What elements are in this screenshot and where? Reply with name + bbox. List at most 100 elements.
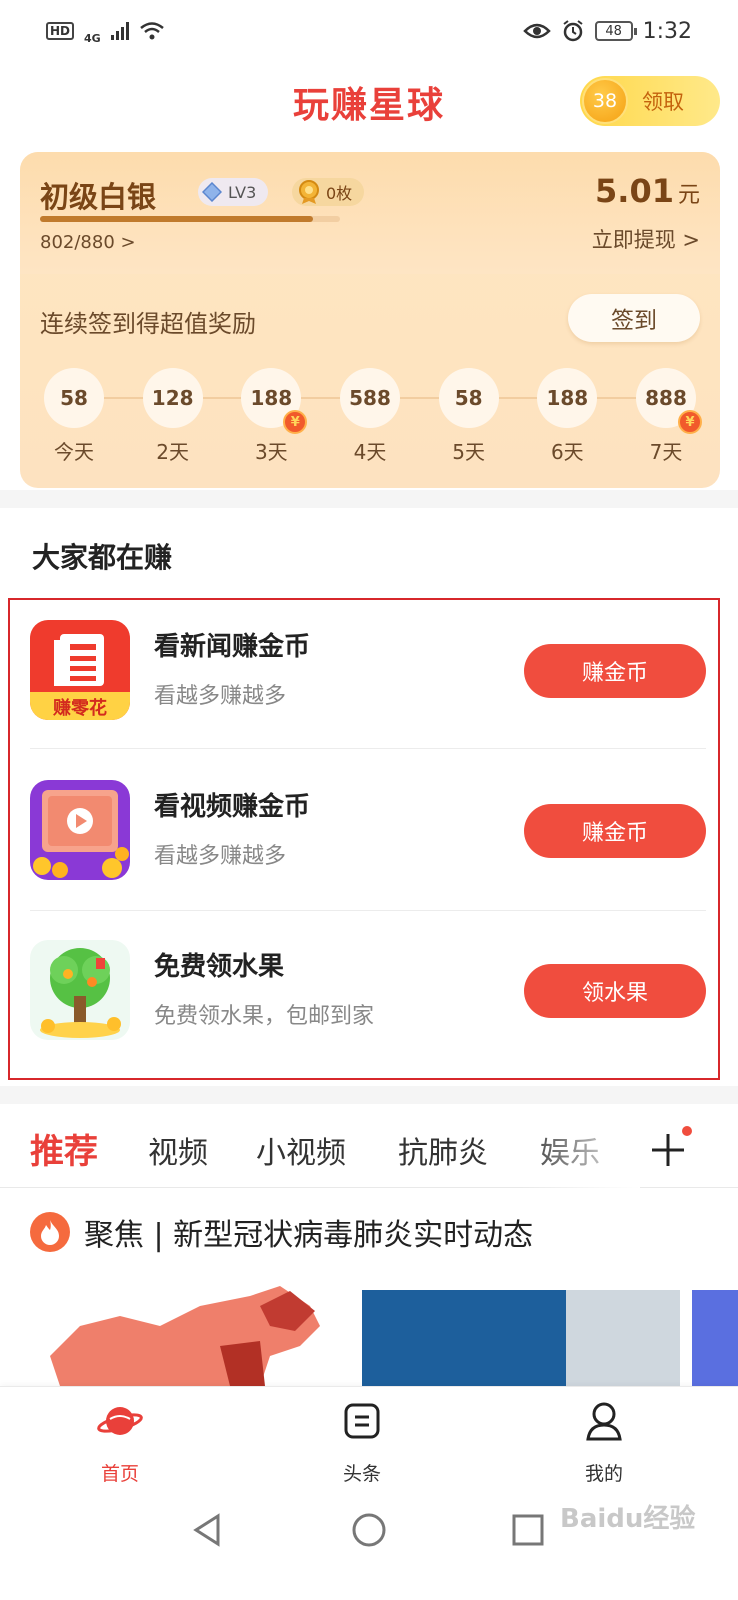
headline-icon	[344, 1403, 380, 1439]
task-title: 免费领水果	[154, 952, 285, 982]
fruit-tree-app-icon	[30, 940, 130, 1040]
profile-icon	[586, 1402, 622, 1441]
eye-icon	[522, 23, 551, 39]
nav-profile[interactable]: 我的	[544, 1397, 664, 1486]
red-envelope-icon: ¥	[678, 410, 702, 434]
video-app-icon	[30, 780, 130, 880]
task-title: 看视频赚金币	[154, 792, 311, 822]
earn-coins-button[interactable]: 赚金币	[524, 804, 706, 858]
battery-icon: 48	[594, 21, 637, 41]
task-subtitle: 免费领水果，包邮到家	[154, 1004, 375, 1029]
signal-icon	[110, 22, 129, 40]
checkin-day-amount: 588	[340, 368, 400, 428]
focus-headline-text: 聚焦 | 新型冠状病毒肺炎实时动态	[84, 1218, 534, 1253]
checkin-day-label: 5天	[452, 440, 486, 464]
nav-headlines-label: 头条	[342, 1463, 381, 1485]
clock: 1:32	[642, 18, 692, 44]
tab-fade	[520, 1110, 640, 1188]
checkin-button[interactable]: 签到	[568, 294, 700, 342]
news-thumbnail-map[interactable]	[30, 1286, 340, 1386]
checkin-day: 888 ¥ 7天	[634, 368, 702, 465]
news-app-icon: 赚零花	[30, 620, 130, 720]
task-row-fruit[interactable]: 免费领水果 免费领水果，包邮到家 领水果	[30, 920, 706, 1080]
level-badge-label: LV3	[228, 182, 257, 202]
medal-badge[interactable]: 0枚	[292, 178, 365, 206]
add-channel-icon[interactable]	[648, 1130, 688, 1170]
level-progress-fill	[40, 216, 314, 222]
system-navigation-bar: Baidu经验	[0, 1494, 738, 1600]
checkin-day-amount: 188 ¥	[241, 368, 308, 434]
task-divider	[30, 748, 706, 749]
task-title: 看新闻赚金币	[154, 632, 311, 662]
withdraw-link[interactable]: 立即提现 >	[592, 224, 700, 254]
checkin-day-amount: 58	[438, 368, 499, 428]
checkin-day: 588 4天	[338, 368, 402, 465]
task-row-news[interactable]: 赚零花 看新闻赚金币 看越多赚越多 赚金币	[30, 600, 706, 760]
checkin-day-label: 2天	[156, 440, 190, 464]
status-bar: HD 4G 48 1:32	[0, 0, 738, 62]
bottom-nav: 首页 头条 我的	[0, 1386, 738, 1494]
checkin-days: 58 今天 128 2天 188 ¥ 3天 588 4天 58 5天 188 6天 888 ¥ 7天	[42, 368, 702, 478]
nav-home[interactable]: 首页	[60, 1397, 180, 1486]
back-icon[interactable]	[188, 1510, 228, 1550]
task-divider	[30, 910, 706, 911]
nav-headlines[interactable]: 头条	[302, 1397, 422, 1486]
news-thumbnail-partial[interactable]	[692, 1290, 738, 1386]
medal-count: 0枚	[326, 184, 353, 203]
claim-coins-button[interactable]: 38 领取	[580, 76, 720, 126]
earn-section-title: 大家都在赚	[32, 541, 173, 574]
news-app-icon-caption: 赚零花	[53, 698, 107, 719]
earn-coins-button[interactable]: 赚金币	[524, 644, 706, 698]
focus-headline[interactable]: 聚焦 | 新型冠状病毒肺炎实时动态	[30, 1206, 710, 1258]
section-divider	[0, 490, 738, 508]
get-fruit-button[interactable]: 领水果	[524, 964, 706, 1018]
balance-unit: 元	[677, 183, 700, 208]
diamond-icon	[202, 182, 222, 202]
tab-short-video[interactable]: 小视频	[256, 1128, 346, 1172]
checkin-day: 58 5天	[437, 368, 501, 465]
checkin-prompt: 连续签到得超值奖励	[40, 310, 256, 338]
tab-video[interactable]: 视频	[148, 1128, 208, 1172]
tab-fight-pneumonia[interactable]: 抗肺炎	[398, 1128, 488, 1172]
level-progress-text[interactable]: 802/880 >	[40, 232, 136, 253]
tab-recommend[interactable]: 推荐	[30, 1124, 98, 1173]
hd-indicator: HD	[46, 22, 75, 40]
task-subtitle: 看越多赚越多	[154, 684, 287, 709]
fire-icon	[30, 1212, 70, 1252]
checkin-day-label: 3天	[254, 440, 288, 464]
nav-home-label: 首页	[100, 1463, 139, 1485]
section-divider	[0, 1086, 738, 1104]
wifi-icon	[139, 22, 164, 40]
news-tabs: 推荐 视频 小视频 抗肺炎 娱乐	[0, 1110, 738, 1188]
recents-icon[interactable]	[508, 1510, 548, 1550]
nav-profile-label: 我的	[584, 1463, 623, 1485]
checkin-day-label: 7天	[649, 440, 683, 464]
account-card: 初级白银 LV3 0枚 802/880 > 5.01 元 立即提现 > 连续签到得…	[20, 152, 720, 488]
checkin-day: 128 2天	[141, 368, 205, 465]
level-progress-bar	[40, 216, 340, 222]
notification-dot	[682, 1126, 692, 1136]
home-icon[interactable]	[349, 1510, 389, 1550]
coin-count-badge: 38	[582, 78, 628, 124]
balance-amount: 5.01	[595, 172, 674, 210]
news-thumbnail-video[interactable]	[362, 1290, 680, 1386]
checkin-day: 58 今天	[42, 368, 106, 465]
checkin-day-amount: 188	[537, 368, 598, 428]
header: 玩赚星球 38 领取	[0, 62, 738, 146]
medal-icon	[299, 180, 319, 204]
task-subtitle: 看越多赚越多	[154, 844, 287, 869]
checkin-day-label: 今天	[54, 440, 94, 464]
task-row-video[interactable]: 看视频赚金币 看越多赚越多 赚金币	[30, 760, 706, 920]
checkin-day-amount: 128	[142, 368, 203, 428]
red-envelope-icon: ¥	[283, 410, 308, 434]
checkin-day: 188 6天	[535, 368, 599, 465]
balance: 5.01 元	[595, 172, 700, 210]
watermark: Baidu经验	[560, 1504, 696, 1534]
network-type: 4G	[84, 31, 101, 45]
checkin-day: 188 ¥ 3天	[239, 368, 308, 465]
level-badge[interactable]: LV3	[198, 178, 269, 206]
checkin-day-label: 4天	[353, 440, 387, 464]
level-name[interactable]: 初级白银	[40, 174, 156, 216]
checkin-day-label: 6天	[550, 440, 584, 464]
claim-label: 领取	[642, 90, 684, 114]
